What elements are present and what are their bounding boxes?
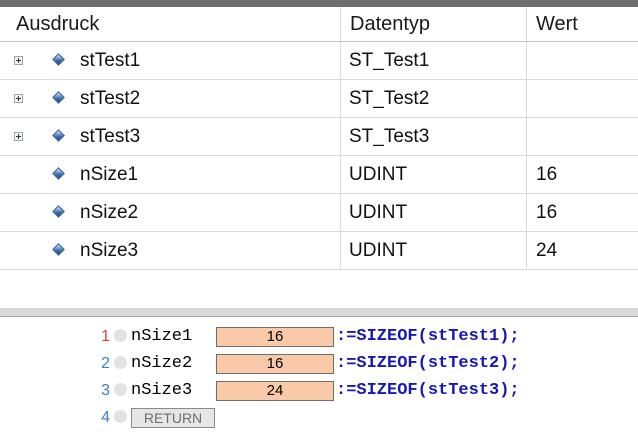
- column-divider: [340, 118, 341, 155]
- table-row[interactable]: nSize2 UDINT 16: [0, 194, 638, 232]
- row-datatype: UDINT: [349, 202, 408, 223]
- column-divider[interactable]: [526, 7, 527, 41]
- column-header-expression[interactable]: Ausdruck: [16, 7, 99, 41]
- column-header-value[interactable]: Wert: [536, 7, 578, 41]
- line-number: 1: [101, 328, 110, 345]
- variable-icon: [52, 243, 65, 256]
- column-divider: [340, 156, 341, 193]
- row-datatype: UDINT: [349, 164, 408, 185]
- code-variable: nSize3: [131, 381, 193, 400]
- column-divider: [526, 232, 527, 269]
- breakpoint-marker-icon[interactable]: [114, 329, 127, 342]
- breakpoint-marker-icon[interactable]: [114, 356, 127, 369]
- table-row[interactable]: nSize1 UDINT 16: [0, 156, 638, 194]
- line-number: 3: [101, 382, 110, 399]
- code-line[interactable]: 4 RETURN: [0, 404, 638, 431]
- code-statement: :=SIZEOF(stTest1);: [336, 327, 520, 346]
- code-editor[interactable]: 1 nSize1 16 :=SIZEOF(stTest1); 2 nSize2 …: [0, 317, 638, 448]
- breakpoint-marker-icon[interactable]: [114, 383, 127, 396]
- code-statement: :=SIZEOF(stTest3);: [336, 381, 520, 400]
- column-divider: [340, 42, 341, 79]
- column-divider: [526, 194, 527, 231]
- code-line[interactable]: 3 nSize3 24 :=SIZEOF(stTest3);: [0, 377, 638, 404]
- column-divider[interactable]: [340, 7, 341, 41]
- breakpoint-marker-icon[interactable]: [114, 410, 127, 423]
- column-divider: [526, 156, 527, 193]
- expand-plus-icon[interactable]: [14, 94, 23, 103]
- return-statement-box[interactable]: RETURN: [131, 408, 215, 428]
- variable-icon: [52, 53, 65, 66]
- row-expression: stTest1: [80, 50, 141, 71]
- inline-value-box[interactable]: 16: [216, 327, 334, 347]
- row-value[interactable]: 16: [536, 156, 557, 193]
- code-line[interactable]: 2 nSize2 16 :=SIZEOF(stTest2);: [0, 350, 638, 377]
- variable-icon: [52, 129, 65, 142]
- row-datatype: UDINT: [349, 240, 408, 261]
- row-value[interactable]: 24: [536, 232, 557, 269]
- watch-table-header: Ausdruck Datentyp Wert: [0, 7, 638, 42]
- row-expression: stTest2: [80, 88, 141, 109]
- inline-value-box[interactable]: 16: [216, 354, 334, 374]
- table-row[interactable]: stTest1 ST_Test1: [0, 42, 638, 80]
- code-variable: nSize1: [131, 327, 193, 346]
- inline-value-box[interactable]: 24: [216, 381, 334, 401]
- column-divider: [526, 80, 527, 117]
- column-divider: [340, 194, 341, 231]
- column-divider: [340, 80, 341, 117]
- row-expression: stTest3: [80, 126, 141, 147]
- variable-icon: [52, 205, 65, 218]
- row-datatype: ST_Test3: [349, 126, 430, 147]
- line-number: 2: [101, 355, 110, 372]
- column-header-datatype[interactable]: Datentyp: [350, 7, 430, 41]
- expand-plus-icon[interactable]: [14, 56, 23, 65]
- watch-table: Ausdruck Datentyp Wert stTest1 ST_Test1 …: [0, 7, 638, 270]
- table-row[interactable]: nSize3 UDINT 24: [0, 232, 638, 270]
- row-expression: nSize2: [80, 202, 139, 223]
- variable-icon: [52, 167, 65, 180]
- expand-plus-icon[interactable]: [14, 132, 23, 141]
- code-line[interactable]: 1 nSize1 16 :=SIZEOF(stTest1);: [0, 323, 638, 350]
- table-row[interactable]: stTest3 ST_Test3: [0, 118, 638, 156]
- column-divider: [526, 42, 527, 79]
- variable-icon: [52, 91, 65, 104]
- row-value[interactable]: 16: [536, 194, 557, 231]
- window-top-border: [0, 0, 638, 7]
- row-datatype: ST_Test2: [349, 88, 430, 109]
- code-statement: :=SIZEOF(stTest2);: [336, 354, 520, 373]
- row-expression: nSize3: [80, 240, 139, 261]
- table-row[interactable]: stTest2 ST_Test2: [0, 80, 638, 118]
- code-variable: nSize2: [131, 354, 193, 373]
- row-datatype: ST_Test1: [349, 50, 430, 71]
- line-number: 4: [101, 409, 110, 426]
- column-divider: [526, 118, 527, 155]
- column-divider: [340, 232, 341, 269]
- row-expression: nSize1: [80, 164, 139, 185]
- pane-splitter[interactable]: [0, 308, 638, 317]
